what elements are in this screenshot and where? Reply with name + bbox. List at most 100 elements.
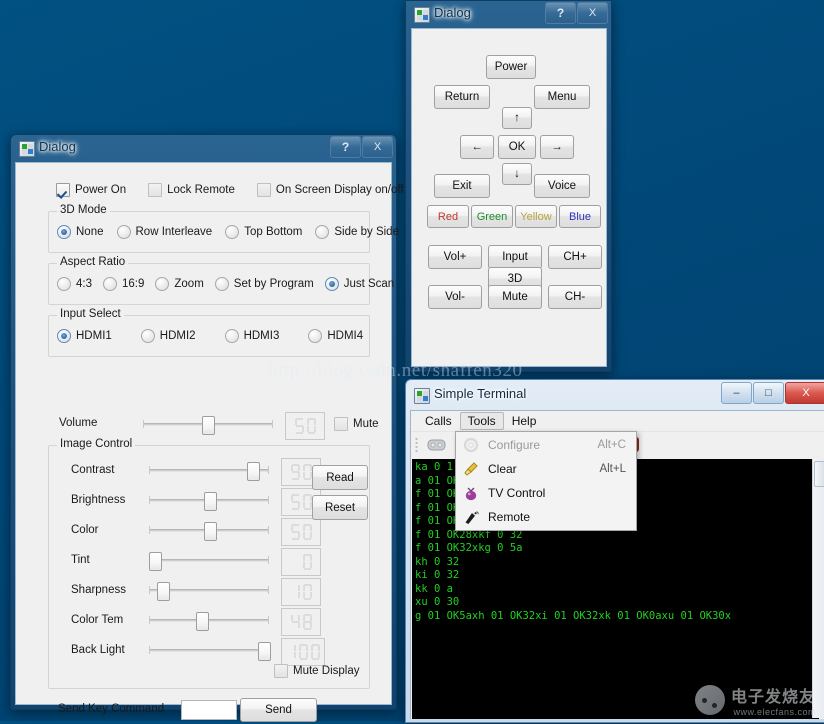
terminal-vscrollbar[interactable] [812,459,824,718]
tools-menu-item-label: Remote [488,510,602,524]
radio-hdmi2[interactable]: HDMI2 [141,329,196,343]
checkbox-mute-display-box [274,664,288,678]
image-slider-sharpness[interactable] [149,581,269,599]
checkbox-lock-remote-label: Lock Remote [167,184,235,196]
radio-3d-row-interleave-circle [117,225,131,239]
close-button[interactable]: X [577,2,608,24]
menu-tools[interactable]: Tools [460,412,504,430]
slider-handle[interactable] [157,582,170,601]
checkbox-volume-mute-box [334,417,348,431]
tools-menu-item-tv-control[interactable]: TV Control [456,481,636,505]
slider-cap-right [268,526,269,534]
checkbox-osd-box [257,183,271,197]
image-slider-tint[interactable] [149,551,269,569]
menu-help[interactable]: Help [504,412,545,430]
lcd-digit [291,494,300,510]
lcd-digit [291,554,300,570]
slider-cap-right [268,466,269,474]
tools-menu-item-remote[interactable]: Remote [456,505,636,529]
tools-menu-item-configure: ConfigureAlt+C [456,433,636,457]
lcd-digit [303,464,312,480]
minimize-button[interactable]: – [721,382,752,404]
remote-ok-button[interactable]: OK [498,135,536,159]
terminal-line: ki 0 32 [415,569,816,583]
remote-color-button-yellow[interactable]: Yellow [515,205,557,228]
checkbox-power-on[interactable]: Power On [56,183,126,197]
maximize-button[interactable]: □ [753,382,784,404]
remote-up-button[interactable]: ↑ [502,107,532,129]
radio-3d-side-by-side[interactable]: Side by Side [315,225,399,239]
checkbox-volume-mute[interactable]: Mute [334,417,379,431]
send-key-label: Send Key Command [58,703,164,715]
help-button[interactable]: ? [330,136,361,158]
slider-handle[interactable] [149,552,162,571]
radio-hdmi1[interactable]: HDMI1 [57,329,112,343]
remote-vol-up-button[interactable]: Vol+ [428,245,482,269]
radio-3d-row-interleave[interactable]: Row Interleave [117,225,213,239]
image-slider-brightness[interactable] [149,491,269,509]
slider-handle[interactable] [247,462,260,481]
help-button[interactable]: ? [545,2,576,24]
image-slider-color-tem[interactable] [149,611,269,629]
remote-mute-button[interactable]: Mute [488,285,542,309]
volume-slider-handle[interactable] [202,416,215,435]
image-slider-back-light[interactable] [149,641,269,659]
scrollbar-thumb[interactable] [814,461,824,487]
checkbox-mute-display[interactable]: Mute Display [274,664,359,678]
toolbar-grip[interactable] [415,437,418,454]
slider-cap-left [149,586,150,594]
remote-right-button[interactable]: → [540,135,574,159]
radio-3d-none[interactable]: None [57,225,104,239]
remote-ch-up-button[interactable]: CH+ [548,245,602,269]
remote-vol-down-button[interactable]: Vol- [428,285,482,309]
terminal-line: kh 0 32 [415,556,816,570]
radio-aspect-just-scan[interactable]: Just Scan [325,277,395,291]
image-slider-label-color: Color [71,524,145,536]
remote-ch-down-button[interactable]: CH- [548,285,602,309]
slider-cap-left [149,646,150,654]
image-slider-label-contrast: Contrast [71,464,145,476]
send-key-input[interactable] [181,700,237,720]
radio-hdmi3[interactable]: HDMI3 [225,329,280,343]
remote-voice-button[interactable]: Voice [534,174,590,198]
radio-aspect-zoom[interactable]: Zoom [155,277,203,291]
toolbar-phone-icon[interactable] [425,435,449,456]
radio-hdmi4[interactable]: HDMI4 [308,329,363,343]
lcd-digit [303,614,312,630]
volume-slider[interactable] [143,415,273,433]
radio-aspect-set-by-program-circle [215,277,229,291]
close-button[interactable]: X [785,382,824,404]
reset-button[interactable]: Reset [312,495,368,520]
tools-menu-item-clear[interactable]: ClearAlt+L [456,457,636,481]
close-button[interactable]: X [362,136,393,158]
remote-input-button[interactable]: Input [488,245,542,269]
slider-handle[interactable] [196,612,209,631]
slider-handle[interactable] [258,642,271,661]
remote-title: Dialog [434,5,471,20]
send-button[interactable]: Send [240,698,317,722]
remote-menu-button[interactable]: Menu [534,85,590,109]
remote-power-button[interactable]: Power [486,55,536,79]
remote-exit-button[interactable]: Exit [434,174,490,198]
slider-handle[interactable] [204,492,217,511]
remote-color-button-red[interactable]: Red [427,205,469,228]
remote-down-button[interactable]: ↓ [502,163,532,185]
remote-return-button[interactable]: Return [434,85,490,109]
remote-color-button-blue[interactable]: Blue [559,205,601,228]
remote-left-button[interactable]: ← [460,135,494,159]
remote-color-button-green[interactable]: Green [471,205,513,228]
menu-calls[interactable]: Calls [417,412,460,430]
terminal-titlebar: Simple Terminal – □ X [406,380,824,410]
image-slider-contrast[interactable] [149,461,269,479]
radio-3d-top-bottom[interactable]: Top Bottom [225,225,302,239]
checkbox-osd[interactable]: On Screen Display on/off [257,183,404,197]
radio-aspect-set-by-program[interactable]: Set by Program [215,277,314,291]
read-button[interactable]: Read [312,465,368,490]
checkbox-lock-remote[interactable]: Lock Remote [148,183,235,197]
image-slider-row: Color Tem [49,606,369,636]
image-slider-color[interactable] [149,521,269,539]
slider-handle[interactable] [204,522,217,541]
radio-aspect-16-9[interactable]: 16:9 [103,277,144,291]
group-image-control: Image Control ContrastBrightnessColorTin… [48,445,370,689]
radio-aspect-4-3[interactable]: 4:3 [57,277,92,291]
